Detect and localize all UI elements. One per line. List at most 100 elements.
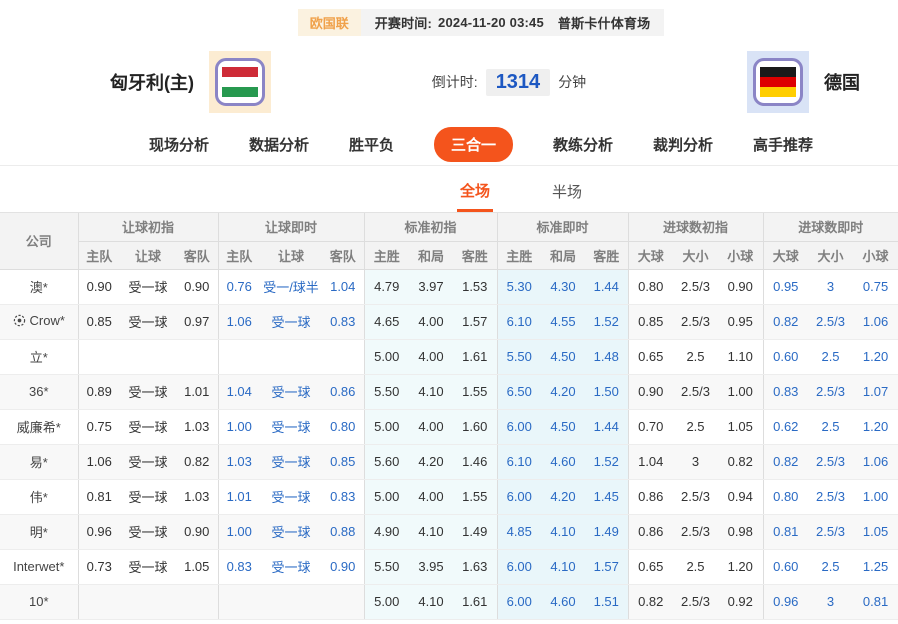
odds-cell: 4.10	[409, 584, 453, 619]
odds-cell: 1.04	[628, 444, 673, 479]
odds-cell: 1.00	[853, 479, 898, 514]
sub-column-header: 大小	[808, 241, 853, 269]
odds-cell: 1.60	[453, 409, 497, 444]
odds-cell: 0.90	[628, 374, 673, 409]
odds-cell: 1.61	[453, 339, 497, 374]
odds-cell: 2.5	[808, 549, 853, 584]
odds-cell: 0.86	[322, 374, 364, 409]
odds-cell: 受一球	[260, 409, 322, 444]
odds-cell: 0.95	[763, 269, 808, 304]
odds-cell: 1.20	[853, 339, 898, 374]
odds-cell: 1.57	[453, 304, 497, 339]
odds-cell: 1.10	[718, 339, 763, 374]
odds-cell	[176, 339, 218, 374]
odds-cell: 5.60	[364, 444, 409, 479]
odds-cell: 3	[808, 269, 853, 304]
odds-cell: 受一球	[120, 409, 176, 444]
odds-cell	[120, 584, 176, 619]
odds-cell: 受一球	[260, 444, 322, 479]
home-team-name: 匈牙利(主)	[110, 69, 194, 95]
kickoff-label: 开赛时间:	[375, 13, 432, 32]
company-column-header: 公司	[0, 213, 78, 269]
odds-cell: 0.82	[763, 444, 808, 479]
nav-tab-5[interactable]: 教练分析	[553, 134, 613, 155]
nav-tab-1[interactable]: 现场分析	[149, 134, 209, 155]
odds-cell: 2.5/3	[673, 514, 718, 549]
odds-cell: 0.76	[218, 269, 260, 304]
odds-cell: 受一球	[120, 304, 176, 339]
odds-cell: 0.89	[78, 374, 120, 409]
home-team: 匈牙利(主)	[110, 51, 271, 113]
sub-column-header: 主胜	[364, 241, 409, 269]
nav-tab-3[interactable]: 胜平负	[349, 134, 394, 155]
page: 欧国联 开赛时间: 2024-11-20 03:45 普斯卡什体育场 匈牙利(主…	[0, 0, 898, 620]
odds-cell: 1.06	[853, 444, 898, 479]
odds-cell: 0.65	[628, 549, 673, 584]
company-name: 明*	[0, 514, 78, 549]
odds-row: 易*1.06受一球0.821.03受一球0.855.604.201.466.10…	[0, 444, 898, 479]
odds-cell: 1.05	[853, 514, 898, 549]
odds-cell: 1.48	[585, 339, 628, 374]
group-header-5: 进球数初指	[628, 213, 763, 241]
odds-cell: 0.96	[78, 514, 120, 549]
odds-cell: 1.52	[585, 304, 628, 339]
sub-column-header: 客队	[322, 241, 364, 269]
period-tabs-row: 全场 半场	[0, 166, 898, 213]
odds-cell: 4.60	[541, 444, 585, 479]
odds-row: 10*5.004.101.616.004.601.510.822.5/30.92…	[0, 584, 898, 619]
nav-tab-7[interactable]: 高手推荐	[753, 134, 813, 155]
odds-cell: 受一球	[120, 549, 176, 584]
odds-cell: 0.82	[176, 444, 218, 479]
hungary-flag-icon	[209, 51, 271, 113]
company-name: Interwet*	[0, 549, 78, 584]
odds-cell: 1.51	[585, 584, 628, 619]
odds-cell: 6.10	[497, 304, 541, 339]
odds-cell: 6.00	[497, 479, 541, 514]
odds-cell	[218, 339, 260, 374]
odds-cell: 0.90	[718, 269, 763, 304]
odds-cell: 2.5	[673, 549, 718, 584]
odds-cell: 0.96	[763, 584, 808, 619]
sub-column-header: 大小	[673, 241, 718, 269]
odds-table: 公司让球初指让球即时标准初指标准即时进球数初指进球数即时主队让球客队主队让球客队…	[0, 213, 898, 620]
odds-cell: 0.85	[322, 444, 364, 479]
odds-cell: 5.50	[497, 339, 541, 374]
sub-column-header: 让球	[260, 241, 322, 269]
odds-cell: 4.20	[409, 444, 453, 479]
odds-row: Crow*0.85受一球0.971.06受一球0.834.654.001.576…	[0, 304, 898, 339]
odds-cell: 3.97	[409, 269, 453, 304]
odds-cell: 1.01	[218, 479, 260, 514]
odds-cell: 4.55	[541, 304, 585, 339]
odds-cell: 1.06	[853, 304, 898, 339]
odds-cell: 1.05	[718, 409, 763, 444]
odds-cell: 受一球	[120, 479, 176, 514]
nav-tab-6[interactable]: 裁判分析	[653, 134, 713, 155]
odds-cell: 4.10	[409, 514, 453, 549]
odds-cell: 1.63	[453, 549, 497, 584]
soccer-ball-icon	[13, 314, 26, 330]
period-tab-2[interactable]: 半场	[549, 181, 585, 212]
odds-cell: 受一球	[260, 514, 322, 549]
odds-cell: 0.82	[628, 584, 673, 619]
odds-cell: 0.75	[78, 409, 120, 444]
odds-cell: 4.30	[541, 269, 585, 304]
nav-tab-4[interactable]: 三合一	[434, 127, 513, 162]
odds-cell: 0.90	[176, 514, 218, 549]
odds-cell: 3	[808, 584, 853, 619]
nav-tab-2[interactable]: 数据分析	[249, 134, 309, 155]
odds-cell: 受一球	[120, 514, 176, 549]
odds-cell: 4.00	[409, 339, 453, 374]
odds-row: 澳*0.90受一球0.900.76受一/球半1.044.793.971.535.…	[0, 269, 898, 304]
league-badge: 欧国联	[298, 9, 361, 36]
away-team-name: 德国	[824, 69, 860, 95]
odds-cell: 1.03	[218, 444, 260, 479]
odds-row: 立*5.004.001.615.504.501.480.652.51.100.6…	[0, 339, 898, 374]
odds-cell: 0.82	[763, 304, 808, 339]
odds-cell: 5.50	[364, 549, 409, 584]
company-name: 36*	[0, 374, 78, 409]
sub-column-header: 让球	[120, 241, 176, 269]
odds-cell: 1.04	[322, 269, 364, 304]
odds-cell: 1.03	[176, 479, 218, 514]
period-tab-1[interactable]: 全场	[457, 180, 493, 212]
odds-cell: 1.44	[585, 269, 628, 304]
